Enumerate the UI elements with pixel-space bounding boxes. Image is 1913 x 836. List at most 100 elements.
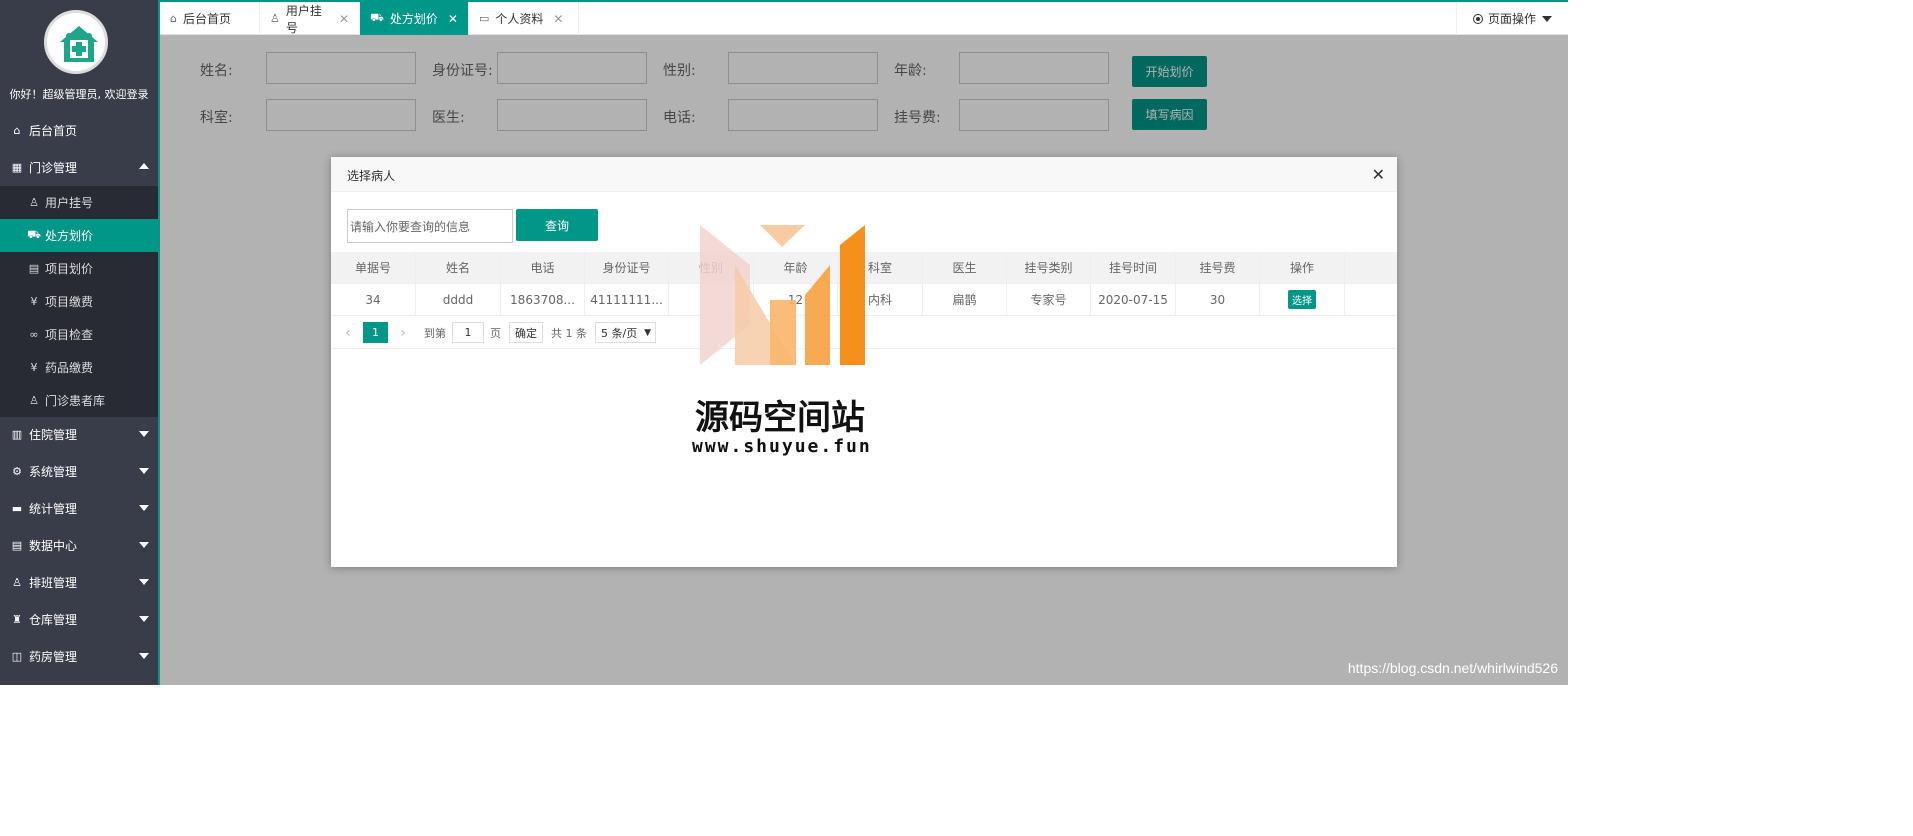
sidebar-item-patient-library[interactable]: ♙ 门诊患者库: [0, 384, 158, 417]
page-size-select[interactable]: 5 条/页 ▼: [595, 322, 656, 343]
cell-reg-time: 2020-07-15: [1091, 284, 1176, 315]
watermark-url: www.shuyue.fun: [692, 436, 872, 457]
nav-group-label: 住院管理: [29, 427, 78, 442]
goto-page-input[interactable]: 1: [452, 322, 484, 343]
chevron-right-icon[interactable]: ›: [390, 325, 416, 341]
tab-label: 后台首页: [182, 12, 231, 26]
cart-icon: ⛟: [27, 228, 41, 241]
chevron-left-icon[interactable]: ‹: [335, 325, 361, 341]
cell-name: dddd: [416, 284, 501, 315]
tab-prescription-pricing[interactable]: ⛟ 处方划价 ✕: [360, 2, 469, 35]
nav-system[interactable]: ⚙ 系统管理: [0, 453, 158, 489]
cell-fee: 30: [1176, 284, 1260, 315]
nav-home-label: 后台首页: [29, 123, 78, 138]
sidebar-item-item-pricing[interactable]: ▤ 项目划价: [0, 252, 158, 285]
page-operations-label: 页面操作: [1488, 12, 1537, 26]
gear-icon: ⚙: [12, 464, 22, 478]
close-icon[interactable]: ✕: [553, 12, 563, 26]
tab-profile[interactable]: ▭ 个人资料 ✕: [469, 2, 579, 35]
id-card-icon: ▭: [479, 12, 490, 25]
tab-registration[interactable]: ♙ 用户挂号 ✕: [260, 2, 360, 35]
home-icon: ⌂: [170, 12, 177, 25]
sidebar-item-label: 用户挂号: [45, 196, 94, 210]
page-operations-menu[interactable]: 页面操作: [1456, 2, 1568, 35]
column-header[interactable]: 挂号类别: [1007, 252, 1091, 283]
book-icon: ◫: [11, 649, 23, 663]
hospital-logo: [44, 10, 108, 74]
nav-group-label: 统计管理: [29, 501, 78, 516]
csdn-watermark: https://blog.csdn.net/whirlwind526: [1347, 660, 1558, 676]
cell-doctor: 扁鹊: [923, 284, 1007, 315]
person-icon: ♙: [29, 394, 39, 407]
cart-icon: ⛟: [370, 11, 384, 24]
chevron-down-icon: [139, 542, 149, 548]
column-header[interactable]: 姓名: [416, 252, 501, 283]
page-size-value: 5 条/页: [601, 326, 638, 340]
chevron-down-icon: [139, 579, 149, 585]
sidebar-item-item-check[interactable]: ∞ 项目检查: [0, 318, 158, 351]
nav-group-label: 仓库管理: [29, 612, 78, 627]
select-button[interactable]: 选择: [1288, 290, 1316, 309]
tab-bar: ⌂ 后台首页 ♙ 用户挂号 ✕ ⛟ 处方划价 ✕ ▭ 个人资料 ✕ 页面操作: [160, 0, 1568, 35]
cell-action: 选择: [1260, 284, 1345, 315]
search-button[interactable]: 查询: [516, 209, 598, 241]
nav-scheduling[interactable]: ♙ 排班管理: [0, 564, 158, 600]
nav-data-center[interactable]: ▤ 数据中心: [0, 527, 158, 563]
sidebar-item-item-payment[interactable]: ¥ 项目缴费: [0, 285, 158, 318]
chevron-up-icon: [139, 163, 149, 169]
cell-phone: 1863708...: [501, 284, 585, 315]
grid-icon: ▦: [11, 160, 23, 174]
close-icon[interactable]: ✕: [339, 12, 349, 26]
nav-pharmacy[interactable]: ◫ 药房管理: [0, 638, 158, 674]
tab-label: 处方划价: [389, 12, 438, 26]
sidebar-item-label: 项目划价: [45, 262, 94, 276]
warehouse-icon: ♜: [12, 612, 22, 626]
close-icon[interactable]: ✕: [1372, 165, 1385, 184]
cell-reg-type: 专家号: [1007, 284, 1091, 315]
cell-id-card: 41111111...: [585, 284, 669, 315]
document-icon: ▤: [11, 538, 23, 552]
sidebar-item-registration[interactable]: ♙ 用户挂号: [0, 186, 158, 219]
sidebar-item-label: 药品缴费: [45, 361, 94, 375]
column-header[interactable]: 挂号费: [1176, 252, 1260, 283]
nav-group-label: 药房管理: [29, 649, 78, 664]
chevron-down-icon: [139, 468, 149, 474]
nav-warehouse[interactable]: ♜ 仓库管理: [0, 601, 158, 637]
chevron-down-icon: [139, 616, 149, 622]
user-icon: ♙: [29, 196, 39, 209]
column-header[interactable]: 电话: [501, 252, 585, 283]
column-header[interactable]: 挂号时间: [1091, 252, 1176, 283]
chevron-down-icon: [139, 653, 149, 659]
sidebar-item-label: 项目检查: [45, 328, 94, 342]
column-header[interactable]: 身份证号: [585, 252, 669, 283]
watermark-title: 源码空间站: [695, 398, 865, 438]
user-icon: ♙: [270, 12, 280, 25]
nav-outpatient-label: 门诊管理: [29, 160, 78, 175]
document-icon: ▤: [28, 262, 40, 275]
close-icon[interactable]: ✕: [448, 12, 458, 26]
goto-label: 到第: [424, 326, 446, 340]
search-input[interactable]: 请输入你要查询的信息: [347, 209, 513, 243]
nav-group-label: 排班管理: [29, 575, 78, 590]
modal-title: 选择病人: [347, 169, 396, 183]
sidebar-item-label: 处方划价: [45, 229, 94, 243]
nav-home[interactable]: ⌂ 后台首页: [0, 112, 158, 148]
tab-label: 个人资料: [495, 12, 544, 26]
page-number-current[interactable]: 1: [363, 322, 388, 343]
user-icon: ♙: [12, 575, 22, 589]
tab-home[interactable]: ⌂ 后台首页: [160, 2, 260, 35]
nav-outpatient[interactable]: ▦ 门诊管理: [0, 149, 158, 185]
page-unit-label: 页: [490, 326, 501, 340]
sidebar-item-prescription-pricing[interactable]: ⛟ 处方划价: [0, 219, 158, 252]
yen-icon: ¥: [30, 295, 38, 308]
column-header[interactable]: 医生: [923, 252, 1007, 283]
yen-icon: ¥: [30, 361, 38, 374]
column-header[interactable]: 单据号: [331, 252, 416, 283]
cell-bill-no: 34: [331, 284, 416, 315]
nav-inpatient[interactable]: ▥ 住院管理: [0, 416, 158, 452]
nav-statistics[interactable]: ▬ 统计管理: [0, 490, 158, 526]
column-header: 操作: [1260, 252, 1345, 283]
chevron-down-icon: [139, 505, 149, 511]
goto-confirm-button[interactable]: 确定: [509, 322, 543, 343]
sidebar-item-drug-payment[interactable]: ¥ 药品缴费: [0, 351, 158, 384]
